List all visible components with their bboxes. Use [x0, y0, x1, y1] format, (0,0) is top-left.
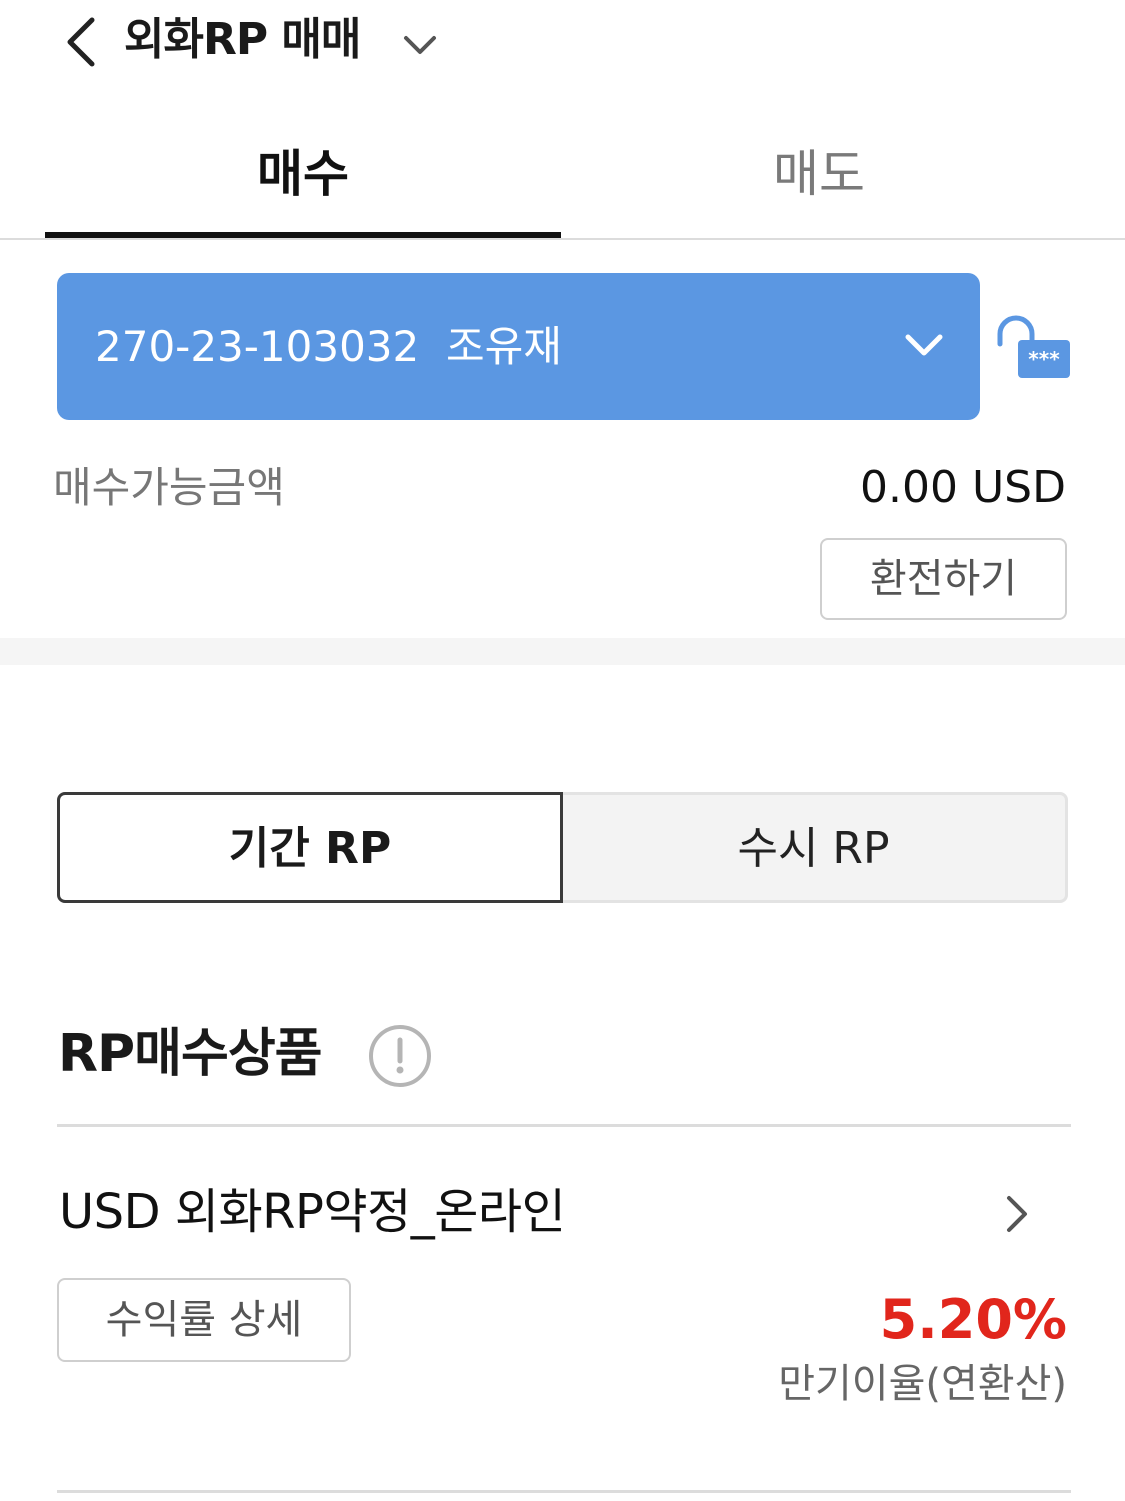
segment-anytime-rp[interactable]: 수시 RP: [562, 792, 1068, 903]
maturity-rate-value: 5.20%: [879, 1288, 1067, 1351]
exchange-button[interactable]: 환전하기: [820, 538, 1067, 620]
rp-type-segment: 기간 RP 수시 RP: [57, 792, 1068, 903]
list-divider: [57, 1124, 1071, 1127]
exclamation-circle-icon: [369, 1025, 431, 1087]
chevron-down-icon: [905, 334, 943, 356]
tab-sell[interactable]: 매도: [561, 118, 1077, 238]
product-name: USD 외화RP약정_온라인: [59, 1184, 566, 1240]
back-button[interactable]: [58, 10, 106, 70]
maturity-rate-label: 만기이율(연환산): [778, 1361, 1067, 1407]
list-divider: [57, 1490, 1071, 1493]
back-arrow-icon: [67, 17, 95, 67]
title-dropdown-button[interactable]: [398, 24, 442, 64]
unlock-password-icon: ***: [997, 315, 1070, 378]
available-amount-value: 0.00 USD: [860, 462, 1066, 513]
trade-tabs: 매수 매도: [0, 118, 1125, 240]
password-lock-button[interactable]: ***: [994, 312, 1074, 382]
password-mask: ***: [1028, 347, 1060, 371]
available-amount-label: 매수가능금액: [53, 463, 285, 512]
chevron-right-icon: [1007, 1196, 1027, 1232]
product-item[interactable]: USD 외화RP약정_온라인: [57, 1170, 1071, 1260]
info-button[interactable]: [368, 1024, 432, 1088]
products-section-title: RP매수상품: [58, 1024, 323, 1084]
page-title: 외화RP 매매: [124, 14, 361, 65]
segment-period-rp[interactable]: 기간 RP: [57, 792, 563, 903]
header: 외화RP 매매: [0, 0, 1125, 84]
account-display: 270-23-103032 조유재: [95, 322, 562, 371]
chevron-down-icon: [404, 36, 436, 54]
yield-detail-button[interactable]: 수익률 상세: [57, 1278, 351, 1362]
tab-buy[interactable]: 매수: [45, 118, 561, 238]
section-divider: [0, 638, 1125, 665]
account-selector[interactable]: 270-23-103032 조유재: [57, 273, 980, 420]
